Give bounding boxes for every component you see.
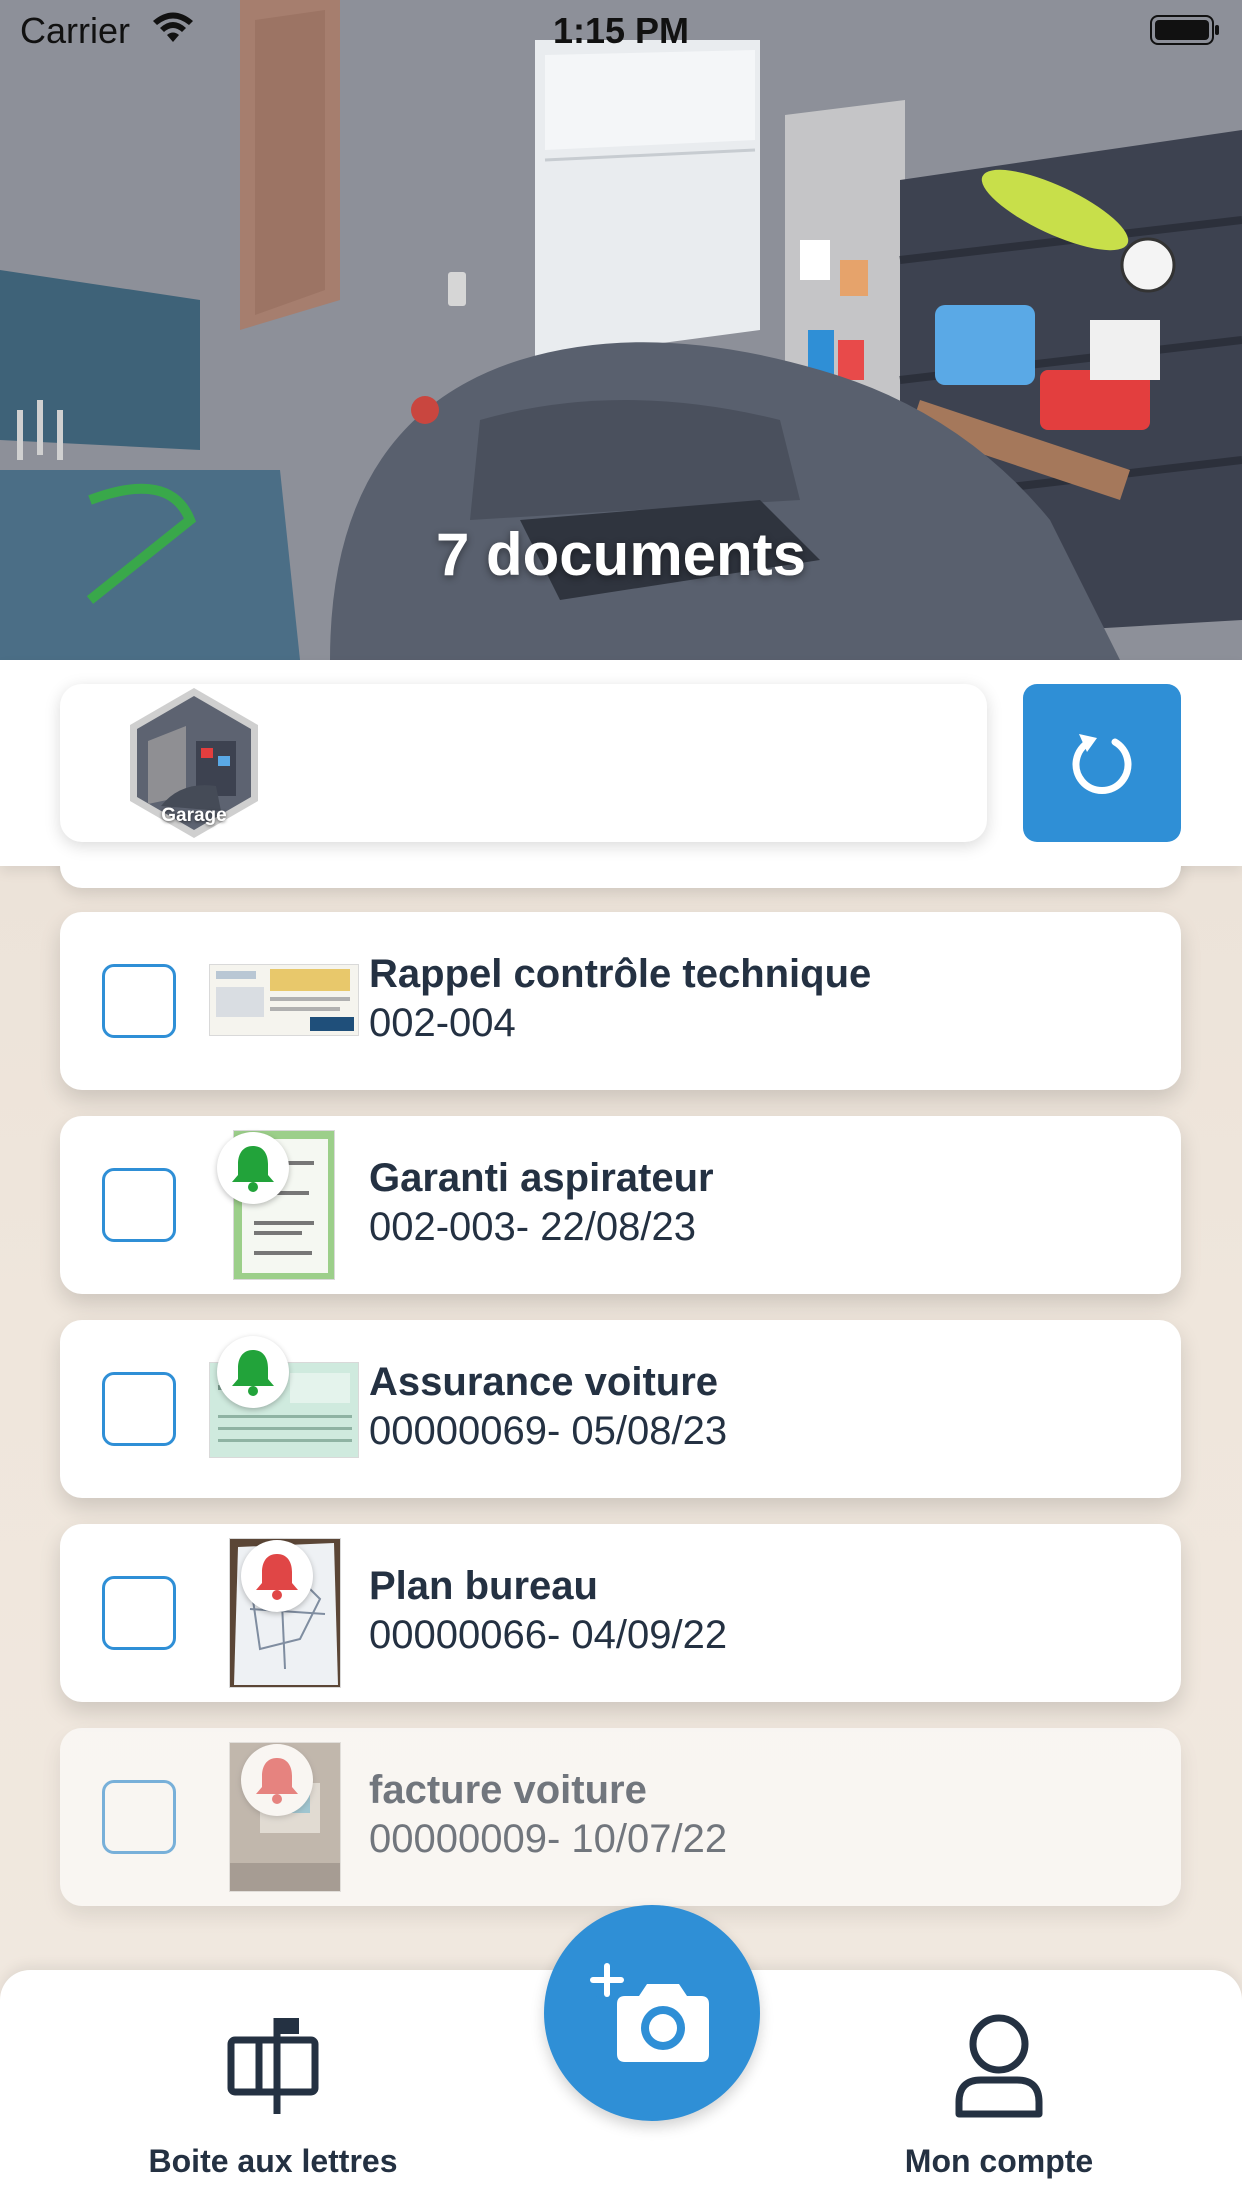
list-item[interactable]: Rappel contrôle technique 002-004 [60, 912, 1181, 1090]
bell-icon [256, 1758, 298, 1804]
list-item[interactable]: facture voiture 00000009- 10/07/22 [60, 1728, 1181, 1906]
list-item[interactable]: Assurance voiture 00000069- 05/08/23 [60, 1320, 1181, 1498]
document-number: 00000066 [369, 1613, 547, 1657]
document-list: Rappel contrôle technique 002-004 Garant… [0, 866, 1242, 1970]
document-thumbnail [209, 964, 359, 1036]
clock-label: 1:15 PM [552, 10, 690, 51]
select-checkbox[interactable] [102, 1372, 176, 1446]
refresh-button[interactable] [1023, 684, 1181, 842]
reminder-badge [241, 1744, 313, 1816]
user-icon [955, 2014, 1043, 2118]
document-reference: 00000069- 05/08/23 [369, 1409, 727, 1454]
nav-mailbox[interactable]: Boite aux lettres [93, 2010, 453, 2180]
status-bar: Carrier 1:15 PM [0, 0, 1242, 60]
document-title: facture voiture [369, 1768, 647, 1812]
document-reference: 002-003- 22/08/23 [369, 1205, 696, 1250]
document-number: 002-003 [369, 1205, 516, 1249]
document-title: Rappel contrôle technique [369, 952, 872, 996]
bell-icon [232, 1146, 274, 1192]
document-date: - 05/08/23 [546, 1409, 728, 1453]
filter-bar: Garage [0, 660, 1242, 866]
select-checkbox[interactable] [102, 1168, 176, 1242]
camera-add-icon [587, 1960, 709, 2062]
bell-icon [256, 1554, 298, 1600]
document-reference: 00000009- 10/07/22 [369, 1817, 727, 1862]
document-reference: 00000066- 04/09/22 [369, 1613, 727, 1658]
document-number: 002-004 [369, 1001, 516, 1045]
document-date: - 22/08/23 [515, 1205, 696, 1249]
list-item[interactable]: Garanti aspirateur 002-003- 22/08/23 [60, 1116, 1181, 1294]
document-number: 00000069 [369, 1409, 547, 1453]
nav-mailbox-label: Boite aux lettres [148, 2143, 398, 2179]
reminder-badge [217, 1336, 289, 1408]
list-item[interactable]: Plan bureau 00000066- 04/09/22 [60, 1524, 1181, 1702]
battery-icon [1150, 15, 1219, 45]
mailbox-icon [227, 2018, 319, 2114]
document-number: 00000009 [369, 1817, 547, 1861]
add-document-button[interactable] [544, 1905, 760, 2121]
select-checkbox[interactable] [102, 1576, 176, 1650]
room-selector[interactable]: Garage [60, 684, 987, 842]
document-title: Plan bureau [369, 1564, 598, 1608]
document-title: Garanti aspirateur [369, 1156, 714, 1200]
list-item[interactable] [60, 866, 1181, 888]
document-count-title: 7 documents [435, 521, 807, 588]
document-date: - 10/07/22 [546, 1817, 728, 1861]
document-reference: 002-004 [369, 1001, 516, 1046]
refresh-icon [1072, 734, 1132, 794]
reminder-badge [217, 1132, 289, 1204]
reminder-badge [241, 1540, 313, 1612]
document-date: - 04/09/22 [546, 1613, 728, 1657]
select-checkbox[interactable] [102, 964, 176, 1038]
document-title: Assurance voiture [369, 1360, 719, 1404]
select-checkbox[interactable] [102, 1780, 176, 1854]
hero-banner: 7 documents [0, 0, 1242, 660]
room-chip-label: Garage [161, 805, 227, 826]
nav-account-label: Mon compte [904, 2143, 1094, 2179]
nav-account[interactable]: Mon compte [819, 2010, 1179, 2180]
bell-icon [232, 1350, 274, 1396]
